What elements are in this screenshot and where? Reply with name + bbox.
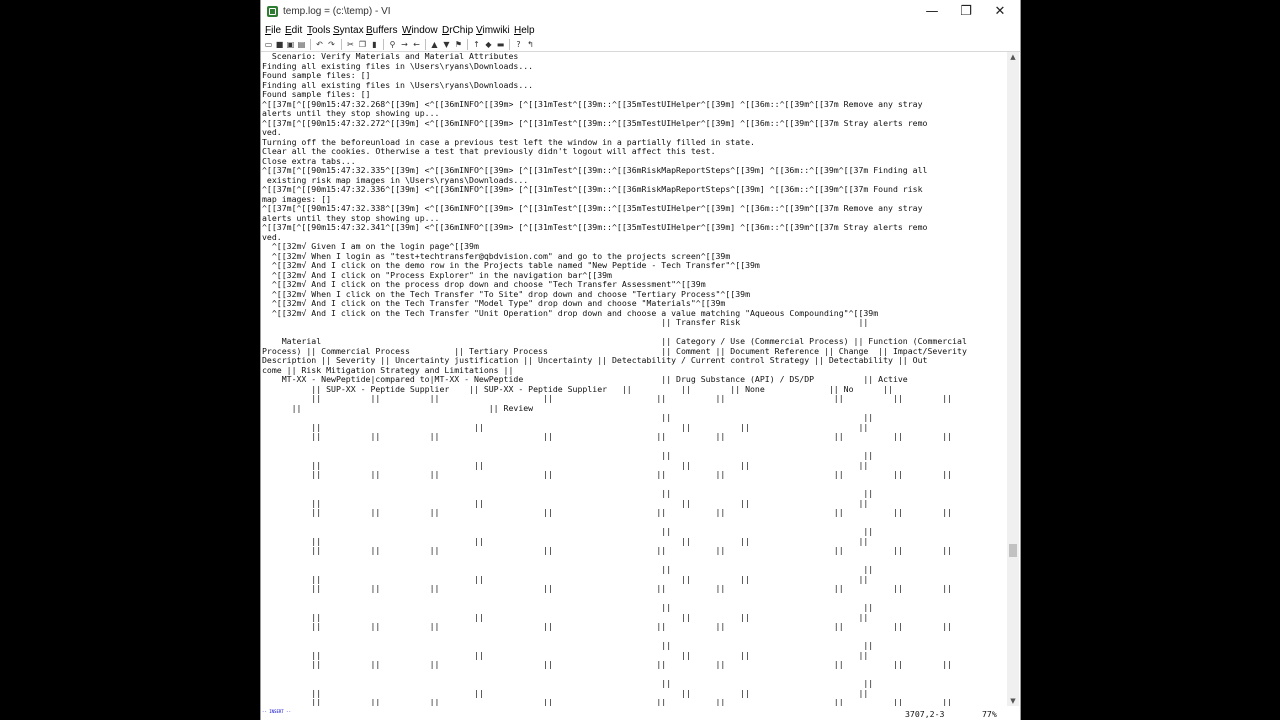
make-icon[interactable]: ↑ — [472, 40, 481, 49]
close-button[interactable]: ✕ — [983, 0, 1017, 24]
menu-file[interactable]: File — [265, 25, 281, 36]
menu-drchip[interactable]: DrChip — [442, 25, 473, 36]
cut-icon[interactable]: ✂ — [346, 40, 355, 49]
editor-line: ^[[37m[^[[90m15:47:32.336^[[39m] <^[[36m… — [262, 184, 923, 194]
editor-line: || || || || || || || || || — [262, 545, 953, 555]
paste-icon[interactable]: ▮ — [370, 40, 379, 49]
help-icon[interactable]: ? — [514, 40, 523, 49]
editor-line: ^[[37m[^[[90m15:47:32.341^[[39m] <^[[36m… — [262, 222, 928, 232]
menu-edit[interactable]: Edit — [285, 25, 302, 36]
find-icon[interactable]: ⚲ — [388, 40, 397, 49]
undo-icon[interactable]: ↶ — [315, 40, 324, 49]
title-bar[interactable]: temp.log = (c:\temp) - VI — ❐ ✕ — [261, 0, 1020, 24]
mode-indicator: -- INSERT -- — [262, 709, 291, 714]
editor-line: || || || || || || || || || — [262, 469, 953, 479]
toolbar-separator — [425, 39, 426, 50]
menu-bar: File Edit Tools Syntax Buffers Window Dr… — [261, 24, 1020, 38]
save-session-icon[interactable]: ▼ — [442, 40, 451, 49]
find-next-icon[interactable]: → — [400, 40, 409, 49]
load-session-icon[interactable]: ▲ — [430, 40, 439, 49]
menu-vimwiki[interactable]: Vimwiki — [476, 25, 510, 36]
toolbar-separator — [509, 39, 510, 50]
find-help-icon[interactable]: ↰ — [526, 40, 535, 49]
scroll-up-icon[interactable]: ▲ — [1007, 52, 1019, 62]
editor-line: || || || || || || || || || — [262, 697, 953, 706]
menu-help[interactable]: Help — [514, 25, 535, 36]
scroll-percent: 77% — [982, 709, 997, 719]
toolbar-separator — [383, 39, 384, 50]
menu-tools[interactable]: Tools — [307, 25, 330, 36]
editor-line: || Transfer Risk || — [262, 317, 869, 327]
editor-line: || || || || || || || || || — [262, 621, 953, 631]
copy-icon[interactable]: ❐ — [358, 40, 367, 49]
toolbar: ▭ ■ ▣ ▤ ↶ ↷ ✂ ❐ ▮ ⚲ → ← ▲ ▼ ⚑ ↑ ◆ ▬ ? ↰ — [261, 38, 1020, 52]
toolbar-separator — [341, 39, 342, 50]
restore-button[interactable]: ❐ — [949, 0, 983, 24]
editor-line: || || || || || || || || || — [262, 583, 953, 593]
window-title: temp.log = (c:\temp) - VI — [283, 6, 391, 17]
save-icon[interactable]: ■ — [275, 40, 284, 49]
redo-icon[interactable]: ↷ — [327, 40, 336, 49]
toolbar-separator — [310, 39, 311, 50]
jump-tag-icon[interactable]: ▬ — [496, 40, 505, 49]
open-icon[interactable]: ▭ — [264, 40, 273, 49]
print-icon[interactable]: ▤ — [297, 40, 306, 49]
cursor-position: 3707,2-3 — [905, 709, 945, 719]
menu-window[interactable]: Window — [402, 25, 438, 36]
run-ctags-icon[interactable]: ◆ — [484, 40, 493, 49]
scrollbar-thumb[interactable] — [1009, 544, 1017, 557]
editor-line: || || || || || || || || || — [262, 659, 953, 669]
scroll-down-icon[interactable]: ▼ — [1007, 696, 1019, 706]
gvim-window: temp.log = (c:\temp) - VI — ❐ ✕ File Edi… — [260, 0, 1021, 720]
editor-line: || || || || || || || || || — [262, 507, 953, 517]
vertical-scrollbar[interactable]: ▲ ▼ — [1007, 52, 1019, 706]
vim-app-icon — [267, 6, 278, 17]
run-script-icon[interactable]: ⚑ — [454, 40, 463, 49]
text-editor-area[interactable]: Scenario: Verify Materials and Material … — [261, 52, 1006, 706]
menu-syntax[interactable]: Syntax — [333, 25, 364, 36]
editor-line: ^[[37m[^[[90m15:47:32.272^[[39m] <^[[36m… — [262, 117, 928, 128]
find-prev-icon[interactable]: ← — [412, 40, 421, 49]
menu-buffers[interactable]: Buffers — [366, 25, 398, 36]
toolbar-separator — [467, 39, 468, 50]
save-all-icon[interactable]: ▣ — [286, 40, 295, 49]
status-line: -- INSERT -- 3707,2-3 77% — [261, 706, 1020, 720]
minimize-button[interactable]: — — [915, 0, 949, 24]
editor-line: || || || || || || || || || — [262, 431, 953, 441]
